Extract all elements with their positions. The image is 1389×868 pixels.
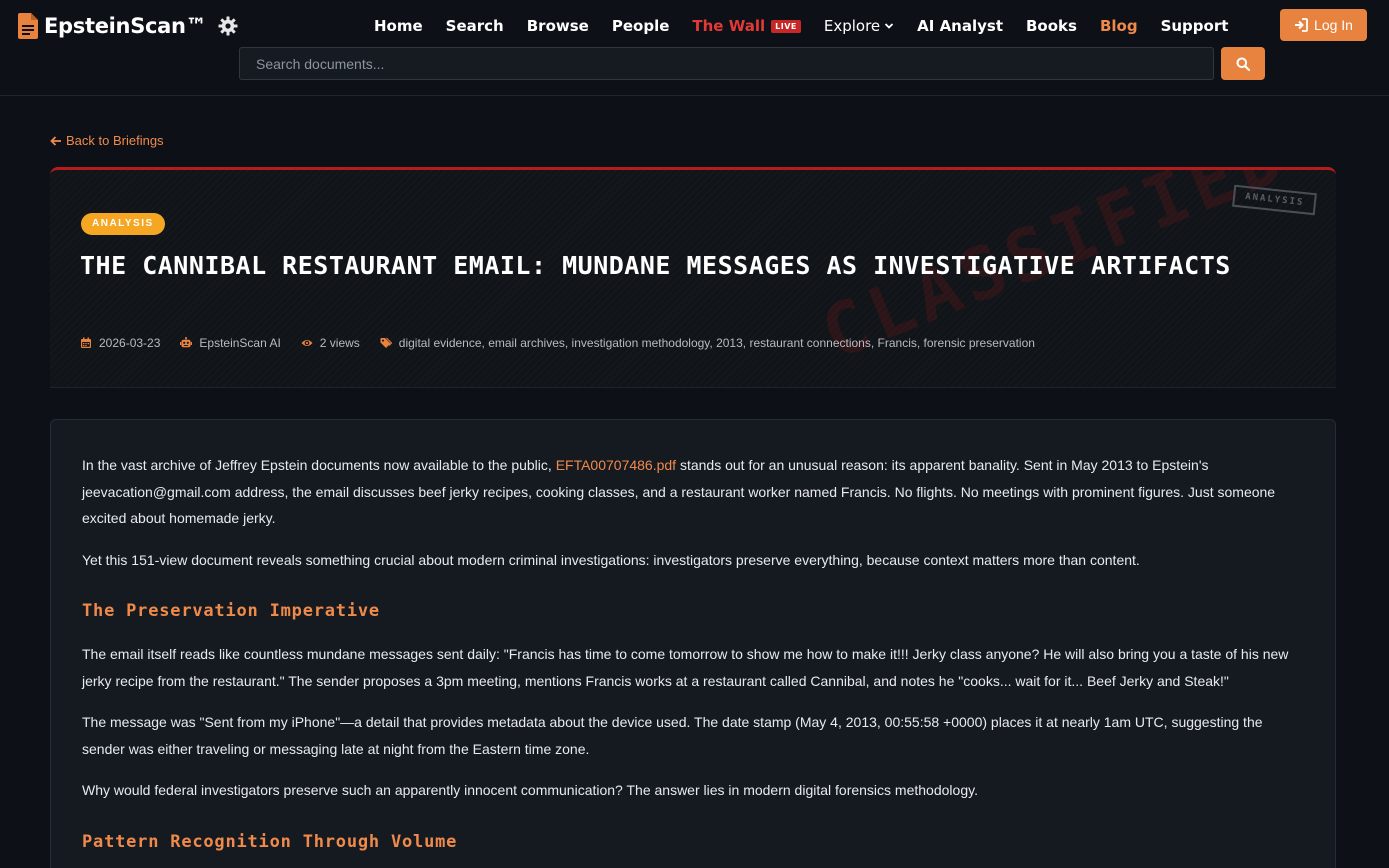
article-body: In the vast archive of Jeffrey Epstein d… xyxy=(50,419,1336,868)
nav-home[interactable]: Home xyxy=(374,17,423,35)
paragraph-email-content: The email itself reads like countless mu… xyxy=(82,646,1289,689)
sign-in-icon xyxy=(1295,18,1308,32)
nav-support[interactable]: Support xyxy=(1161,17,1229,35)
nav-explore-label: Explore xyxy=(823,17,881,35)
paragraph-intro: In the vast archive of Jeffrey Epstein d… xyxy=(82,452,1304,532)
arrow-left-icon xyxy=(50,135,61,146)
document-icon xyxy=(18,13,38,39)
meta-date: 2026-03-23 xyxy=(80,336,160,350)
meta-tags-text: digital evidence, email archives, invest… xyxy=(398,336,1035,350)
category-badge[interactable]: ANALYSIS xyxy=(81,213,165,235)
search-icon xyxy=(1236,57,1250,71)
section-heading-pattern: Pattern Recognition Through Volume xyxy=(82,831,458,852)
document-link[interactable]: EFTA00707486.pdf xyxy=(556,457,676,473)
brand-logo[interactable]: EpsteinScan™ xyxy=(18,12,238,40)
site-header: EpsteinScan™ Home Search Browse People T… xyxy=(0,0,1389,96)
article-meta: 2026-03-23 EpsteinScan AI 2 views digita… xyxy=(80,335,1055,351)
nav-books[interactable]: Books xyxy=(1026,17,1077,35)
nav-browse[interactable]: Browse xyxy=(527,17,589,35)
section-heading-preservation: The Preservation Imperative xyxy=(82,601,380,621)
brand-name: EpsteinScan™ xyxy=(44,14,207,38)
back-to-briefings-link[interactable]: Back to Briefings xyxy=(50,133,164,148)
article-title: THE CANNIBAL RESTAURANT EMAIL: MUNDANE M… xyxy=(80,251,1231,280)
chevron-down-icon xyxy=(885,23,894,29)
meta-views-text: 2 views xyxy=(319,336,360,350)
login-label: Log In xyxy=(1314,17,1353,33)
search-input[interactable] xyxy=(239,47,1214,80)
paragraph-intro-lead: In the vast archive of Jeffrey Epstein d… xyxy=(82,457,556,473)
meta-author-text: EpsteinScan AI xyxy=(199,336,281,350)
robot-icon xyxy=(180,337,193,348)
login-button[interactable]: Log In xyxy=(1280,9,1367,41)
paragraph-metadata: The message was "Sent from my iPhone"—a … xyxy=(82,714,1263,757)
calendar-icon xyxy=(81,337,91,348)
article-hero: CLASSIFIED ANALYSIS ANALYSIS THE CANNIBA… xyxy=(50,167,1336,388)
meta-author: EpsteinScan AI xyxy=(180,336,281,350)
live-badge: LIVE xyxy=(771,19,801,33)
nav-blog[interactable]: Blog xyxy=(1100,17,1138,35)
nav-ai-analyst[interactable]: AI Analyst xyxy=(917,17,1003,35)
gear-icon[interactable] xyxy=(218,16,238,36)
nav-the-wall[interactable]: The Wall LIVE xyxy=(692,17,801,35)
nav-explore-dropdown[interactable]: Explore xyxy=(824,17,894,35)
paragraph-question: Why would federal investigators preserve… xyxy=(82,782,978,798)
back-link-label: Back to Briefings xyxy=(66,133,164,148)
eye-icon xyxy=(301,340,313,346)
tags-icon xyxy=(380,337,392,348)
search-button[interactable] xyxy=(1221,47,1265,80)
meta-date-text: 2026-03-23 xyxy=(99,336,161,350)
nav-the-wall-label: The Wall xyxy=(692,17,766,35)
main-nav: Home Search Browse People The Wall LIVE … xyxy=(374,15,1251,37)
paragraph-context: Yet this 151-view document reveals somet… xyxy=(82,551,1140,568)
meta-views: 2 views xyxy=(301,336,360,350)
nav-people[interactable]: People xyxy=(612,17,670,35)
nav-search[interactable]: Search xyxy=(446,17,504,35)
meta-tags: digital evidence, email archives, invest… xyxy=(380,336,1035,350)
